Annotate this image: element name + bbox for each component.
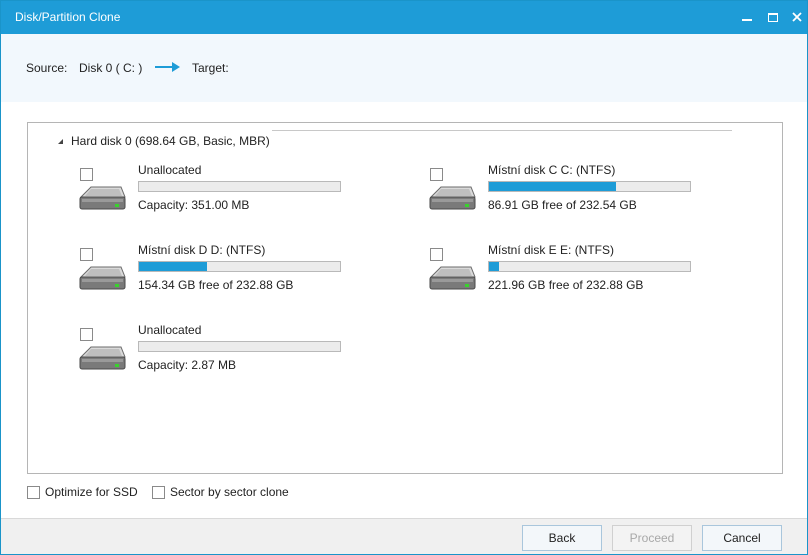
close-button[interactable] bbox=[788, 7, 806, 27]
maximize-icon bbox=[768, 12, 778, 22]
usage-bar bbox=[488, 181, 691, 192]
usage-bar-fill bbox=[489, 262, 500, 271]
partition-detail: 86.91 GB free of 232.54 GB bbox=[488, 198, 637, 212]
partition-item[interactable]: Místní disk E E: (NTFS) 221.96 GB free o… bbox=[427, 243, 760, 313]
arrow-right-icon bbox=[155, 62, 180, 72]
title-bar: Disk/Partition Clone bbox=[1, 1, 807, 34]
minimize-button[interactable] bbox=[738, 7, 756, 27]
hard-drive-icon bbox=[77, 183, 127, 216]
collapse-triangle-icon[interactable] bbox=[58, 138, 63, 144]
sector-clone-checkbox[interactable] bbox=[152, 485, 165, 499]
hard-drive-icon bbox=[77, 343, 127, 376]
optimize-ssd-checkbox[interactable] bbox=[27, 485, 40, 499]
partition-checkbox[interactable] bbox=[430, 248, 443, 261]
disk-divider bbox=[272, 130, 732, 131]
partition-name: Unallocated bbox=[138, 323, 202, 337]
sector-clone-option[interactable]: Sector by sector clone bbox=[152, 485, 289, 499]
partition-name: Místní disk C C: (NTFS) bbox=[488, 163, 616, 177]
partition-checkbox[interactable] bbox=[80, 248, 93, 261]
hard-drive-icon bbox=[77, 263, 127, 296]
sector-clone-label: Sector by sector clone bbox=[170, 485, 289, 499]
partition-checkbox[interactable] bbox=[80, 168, 93, 181]
clone-window: Disk/Partition Clone Source: Disk 0 ( C:… bbox=[0, 0, 808, 555]
partition-checkbox[interactable] bbox=[80, 328, 93, 341]
disk-label: Hard disk 0 (698.64 GB, Basic, MBR) bbox=[71, 134, 270, 148]
clone-header: Source: Disk 0 ( C: ) Target: bbox=[1, 34, 807, 102]
partition-item[interactable]: Unallocated Capacity: 2.87 MB bbox=[77, 323, 410, 393]
back-button[interactable]: Back bbox=[522, 525, 602, 551]
partition-item[interactable]: Unallocated Capacity: 351.00 MB bbox=[77, 163, 410, 233]
partition-name: Místní disk E E: (NTFS) bbox=[488, 243, 615, 257]
partition-detail: Capacity: 351.00 MB bbox=[138, 198, 250, 212]
close-icon bbox=[792, 12, 802, 22]
usage-bar-fill bbox=[139, 262, 208, 271]
usage-bar bbox=[138, 341, 341, 352]
partition-detail: 221.96 GB free of 232.88 GB bbox=[488, 278, 644, 292]
footer-bar: Back Proceed Cancel bbox=[1, 518, 807, 554]
partition-checkbox[interactable] bbox=[430, 168, 443, 181]
minimize-icon bbox=[742, 19, 752, 21]
partition-detail: 154.34 GB free of 232.88 GB bbox=[138, 278, 294, 292]
partition-detail: Capacity: 2.87 MB bbox=[138, 358, 237, 372]
partition-item[interactable]: Místní disk D D: (NTFS) 154.34 GB free o… bbox=[77, 243, 410, 313]
partition-panel: Hard disk 0 (698.64 GB, Basic, MBR) Unal… bbox=[27, 122, 783, 474]
usage-bar-fill bbox=[489, 182, 616, 191]
partition-name: Unallocated bbox=[138, 163, 202, 177]
partition-item[interactable]: Místní disk C C: (NTFS) 86.91 GB free of… bbox=[427, 163, 760, 233]
optimize-ssd-label: Optimize for SSD bbox=[45, 485, 138, 499]
cancel-button[interactable]: Cancel bbox=[702, 525, 782, 551]
optimize-ssd-option[interactable]: Optimize for SSD bbox=[27, 485, 138, 499]
hard-drive-icon bbox=[427, 183, 477, 216]
usage-bar bbox=[138, 261, 341, 272]
window-title: Disk/Partition Clone bbox=[15, 10, 121, 24]
target-label: Target: bbox=[192, 61, 229, 75]
usage-bar bbox=[138, 181, 341, 192]
hard-drive-icon bbox=[427, 263, 477, 296]
disk-header[interactable]: Hard disk 0 (698.64 GB, Basic, MBR) bbox=[58, 134, 270, 148]
source-value: Disk 0 ( C: ) bbox=[79, 61, 143, 75]
proceed-button[interactable]: Proceed bbox=[612, 525, 692, 551]
maximize-button[interactable] bbox=[764, 7, 782, 27]
partition-name: Místní disk D D: (NTFS) bbox=[138, 243, 266, 257]
source-label: Source: bbox=[26, 61, 68, 75]
usage-bar bbox=[488, 261, 691, 272]
